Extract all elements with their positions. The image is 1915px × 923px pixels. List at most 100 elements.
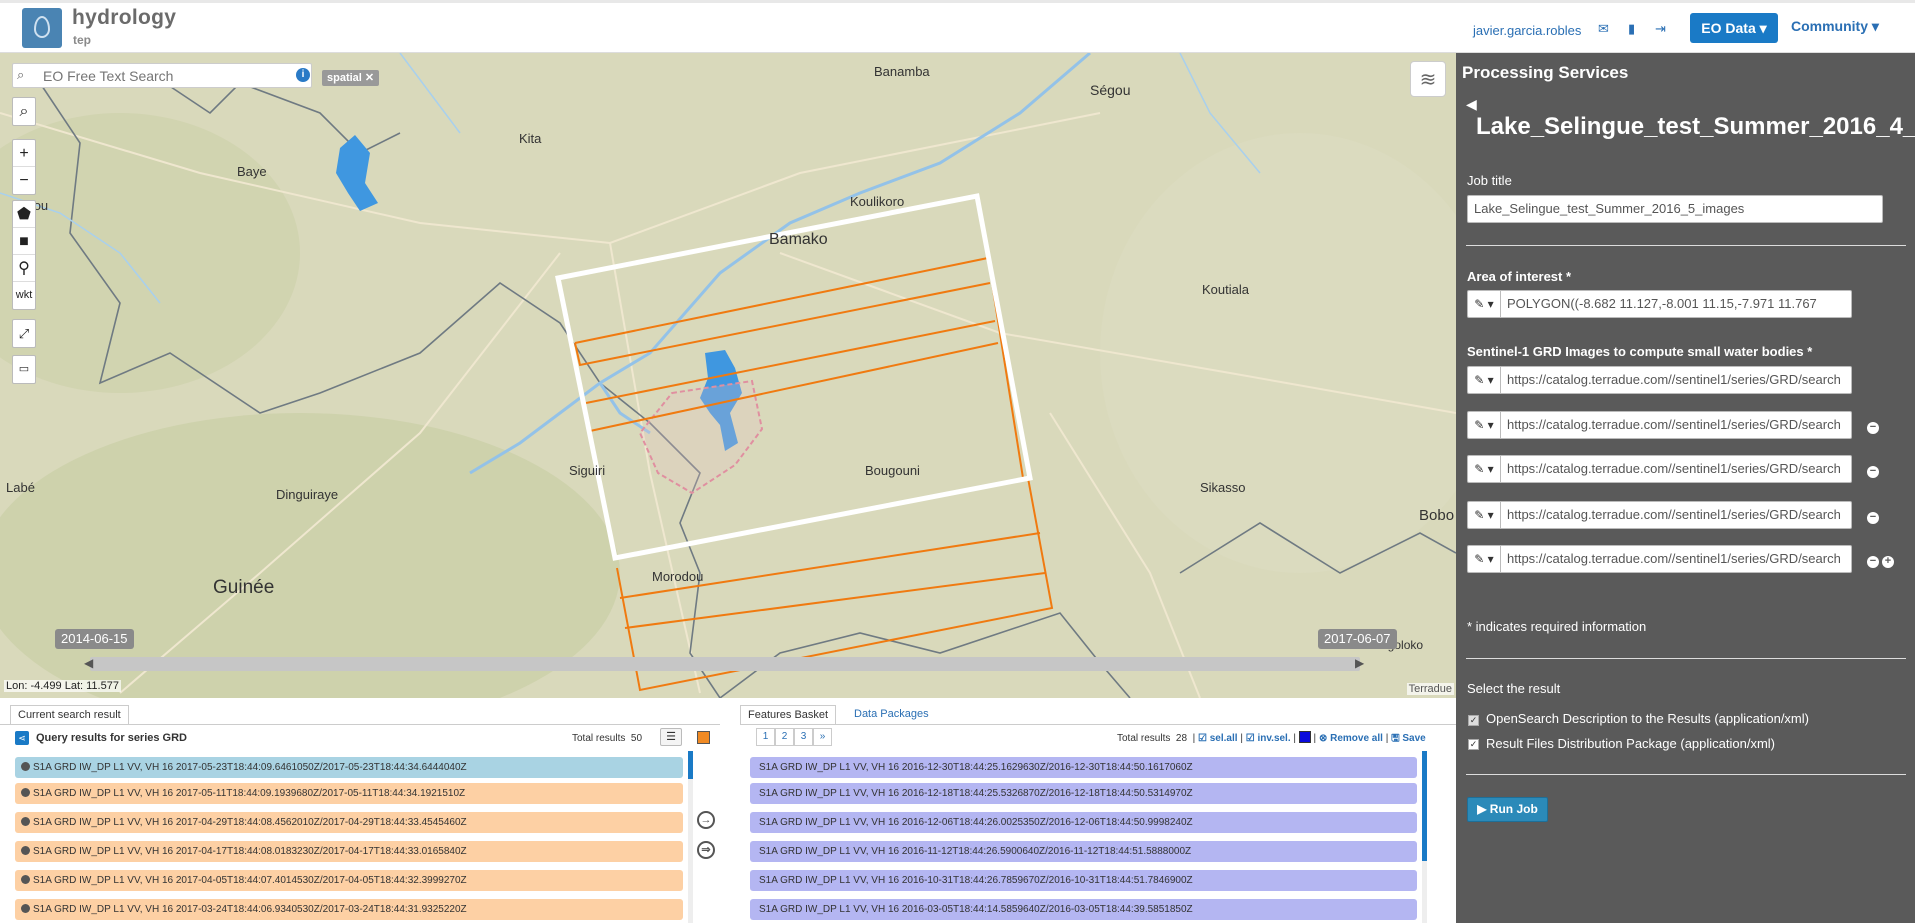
globe-icon bbox=[21, 904, 30, 913]
map-attribution[interactable]: Terradue bbox=[1406, 683, 1454, 695]
save-link[interactable]: 🖫 Save bbox=[1391, 733, 1426, 744]
result-row[interactable]: S1A GRD IW_DP L1 VV, VH 16 2017-04-05T18… bbox=[15, 870, 683, 891]
remove-all-link[interactable]: ⊗ Remove all bbox=[1319, 733, 1383, 744]
map-label-segou: Ségou bbox=[1090, 82, 1131, 98]
draw-marker-icon[interactable]: ⚲ bbox=[13, 255, 35, 282]
arrow-right-icon[interactable]: → bbox=[697, 811, 715, 829]
arrow-right-all-icon[interactable]: ⇒ bbox=[697, 841, 715, 859]
page-button[interactable]: 1 bbox=[756, 728, 775, 746]
image-input[interactable]: https://catalog.terradue.com//sentinel1/… bbox=[1501, 411, 1852, 439]
list-view-icon[interactable]: ☰ bbox=[660, 728, 682, 746]
magic-wand-dropdown[interactable]: ✎ ▾ bbox=[1467, 290, 1501, 318]
image-input[interactable]: https://catalog.terradue.com//sentinel1/… bbox=[1501, 455, 1852, 483]
ruler-icon[interactable]: ▭ bbox=[13, 356, 35, 383]
map-label-sikasso: Sikasso bbox=[1200, 480, 1246, 495]
magic-wand-dropdown[interactable]: ✎ ▾ bbox=[1467, 411, 1501, 439]
eo-search-input[interactable] bbox=[41, 66, 286, 86]
job-title-label: Job title bbox=[1467, 173, 1512, 188]
add-input-icon[interactable]: + bbox=[1882, 556, 1894, 568]
close-icon[interactable]: ✕ bbox=[365, 72, 374, 84]
select-all-link[interactable]: ☑ sel.all bbox=[1198, 733, 1238, 744]
draw-polygon-icon[interactable]: ⬟ bbox=[13, 201, 35, 228]
draw-rectangle-icon[interactable]: ■ bbox=[13, 228, 35, 255]
time-start-label: 2014-06-15 bbox=[55, 629, 134, 649]
wkt-button[interactable]: wkt bbox=[13, 282, 35, 309]
result-row[interactable]: S1A GRD IW_DP L1 VV, VH 16 2017-04-29T18… bbox=[15, 812, 683, 833]
remove-input-icon[interactable]: − bbox=[1867, 466, 1879, 478]
sign-out-icon[interactable]: ⇥ bbox=[1655, 21, 1671, 37]
scroll-thumb[interactable] bbox=[688, 751, 693, 779]
basket-row[interactable]: S1A GRD IW_DP L1 VV, VH 16 2016-12-18T18… bbox=[750, 783, 1417, 804]
map-label-labe: Labé bbox=[6, 480, 35, 495]
image-input[interactable]: https://catalog.terradue.com//sentinel1/… bbox=[1501, 501, 1852, 529]
run-job-button[interactable]: ▶ Run Job bbox=[1467, 797, 1548, 822]
back-arrow-icon[interactable]: ◀ bbox=[1466, 96, 1477, 113]
processing-panel: Processing Services ◀ Lake_Selingue_test… bbox=[1456, 53, 1915, 923]
basket-row[interactable]: S1A GRD IW_DP L1 VV, VH 16 2016-10-31T18… bbox=[750, 870, 1417, 891]
remove-input-icon[interactable]: − bbox=[1867, 556, 1879, 568]
map-label-koutiala: Koutiala bbox=[1202, 282, 1249, 297]
zoom-in-button[interactable]: + bbox=[13, 140, 35, 167]
slider-right-handle[interactable]: ▶ bbox=[1355, 656, 1364, 670]
basket-row[interactable]: S1A GRD IW_DP L1 VV, VH 16 2016-12-30T18… bbox=[750, 757, 1417, 778]
result-row[interactable]: S1A GRD IW_DP L1 VV, VH 16 2017-04-17T18… bbox=[15, 841, 683, 862]
basket-row[interactable]: S1A GRD IW_DP L1 VV, VH 16 2016-12-06T18… bbox=[750, 812, 1417, 833]
basket-color-swatch[interactable] bbox=[1298, 731, 1311, 743]
zoom-search-icon[interactable]: ⌕ bbox=[13, 98, 35, 125]
community-dropdown[interactable]: Community ▾ bbox=[1791, 18, 1879, 35]
result-row-text: S1A GRD IW_DP L1 VV, VH 16 2017-04-05T18… bbox=[33, 875, 467, 886]
magic-wand-dropdown[interactable]: ✎ ▾ bbox=[1467, 501, 1501, 529]
hydrology-logo[interactable] bbox=[22, 8, 62, 48]
tab-current-search-result[interactable]: Current search result bbox=[10, 705, 129, 725]
image-input[interactable]: https://catalog.terradue.com//sentinel1/… bbox=[1501, 545, 1852, 573]
slider-left-handle[interactable]: ◀ bbox=[84, 656, 93, 670]
magic-wand-dropdown[interactable]: ✎ ▾ bbox=[1467, 366, 1501, 394]
zoom-out-button[interactable]: − bbox=[13, 167, 35, 194]
spatial-filter-tag[interactable]: spatial ✕ bbox=[322, 70, 380, 86]
result-row[interactable]: S1A GRD IW_DP L1 VV, VH 16 2017-03-24T18… bbox=[15, 899, 683, 920]
job-title-input[interactable]: Lake_Selingue_test_Summer_2016_5_images bbox=[1467, 195, 1883, 223]
search-box: ⌕ bbox=[12, 63, 312, 88]
community-label: Community bbox=[1791, 18, 1868, 34]
user-link[interactable]: javier.garcia.robles bbox=[1473, 23, 1581, 38]
basket-row[interactable]: S1A GRD IW_DP L1 VV, VH 16 2016-11-12T18… bbox=[750, 841, 1417, 862]
divider bbox=[1466, 245, 1906, 246]
tab-data-packages[interactable]: Data Packages bbox=[847, 705, 936, 725]
aoi-input[interactable]: POLYGON((-8.682 11.127,-8.001 11.15,-7.9… bbox=[1501, 290, 1852, 318]
magic-wand-dropdown[interactable]: ✎ ▾ bbox=[1467, 545, 1501, 573]
map-label-baye: Baye bbox=[237, 164, 267, 179]
scroll-thumb[interactable] bbox=[1422, 751, 1427, 861]
tab-features-basket[interactable]: Features Basket bbox=[740, 705, 837, 725]
page-button[interactable]: 3 bbox=[794, 728, 813, 746]
time-end-label: 2017-06-07 bbox=[1318, 629, 1397, 649]
search-icon[interactable]: ⌕ bbox=[17, 67, 35, 85]
share-icon[interactable]: ⋖ bbox=[15, 731, 29, 745]
result-row[interactable]: S1A GRD IW_DP L1 VV, VH 16 2017-05-11T18… bbox=[15, 783, 683, 804]
layer-color-swatch[interactable] bbox=[697, 731, 710, 744]
basket-scrollbar[interactable] bbox=[1422, 751, 1427, 923]
invert-selection-link[interactable]: ☑ inv.sel. bbox=[1246, 733, 1291, 744]
result-row-text: S1A GRD IW_DP L1 VV, VH 16 2017-04-17T18… bbox=[33, 846, 467, 857]
info-icon[interactable]: i bbox=[296, 68, 310, 82]
envelope-icon[interactable]: ✉ bbox=[1598, 21, 1614, 37]
page-next-button[interactable]: » bbox=[813, 728, 832, 746]
basket-row[interactable]: S1A GRD IW_DP L1 VV, VH 16 2016-03-05T18… bbox=[750, 899, 1417, 920]
result-row[interactable]: S1A GRD IW_DP L1 VV, VH 16 2017-05-23T18… bbox=[15, 757, 683, 778]
book-icon[interactable]: ▮ bbox=[1628, 21, 1644, 37]
result-checkbox[interactable]: ✓ bbox=[1468, 715, 1479, 726]
magic-wand-dropdown[interactable]: ✎ ▾ bbox=[1467, 455, 1501, 483]
map-view[interactable]: Banamba Ségou Kita Baye Koulikoro Bamako… bbox=[0, 53, 1456, 698]
time-slider[interactable] bbox=[90, 657, 1360, 671]
fullscreen-icon[interactable]: ⤢ bbox=[13, 320, 35, 347]
eo-data-dropdown[interactable]: EO Data ▾ bbox=[1690, 13, 1778, 43]
map-label-dinguiraye: Dinguiraye bbox=[276, 487, 339, 502]
results-scrollbar[interactable] bbox=[688, 751, 693, 923]
select-result-label: Select the result bbox=[1467, 681, 1561, 696]
page-button[interactable]: 2 bbox=[775, 728, 794, 746]
layers-icon[interactable]: ≋ bbox=[1410, 61, 1446, 97]
query-title: Query results for series GRD bbox=[36, 732, 188, 744]
remove-input-icon[interactable]: − bbox=[1867, 512, 1879, 524]
remove-input-icon[interactable]: − bbox=[1867, 422, 1879, 434]
image-input[interactable]: https://catalog.terradue.com//sentinel1/… bbox=[1501, 366, 1852, 394]
result-checkbox[interactable]: ✓ bbox=[1468, 739, 1479, 750]
